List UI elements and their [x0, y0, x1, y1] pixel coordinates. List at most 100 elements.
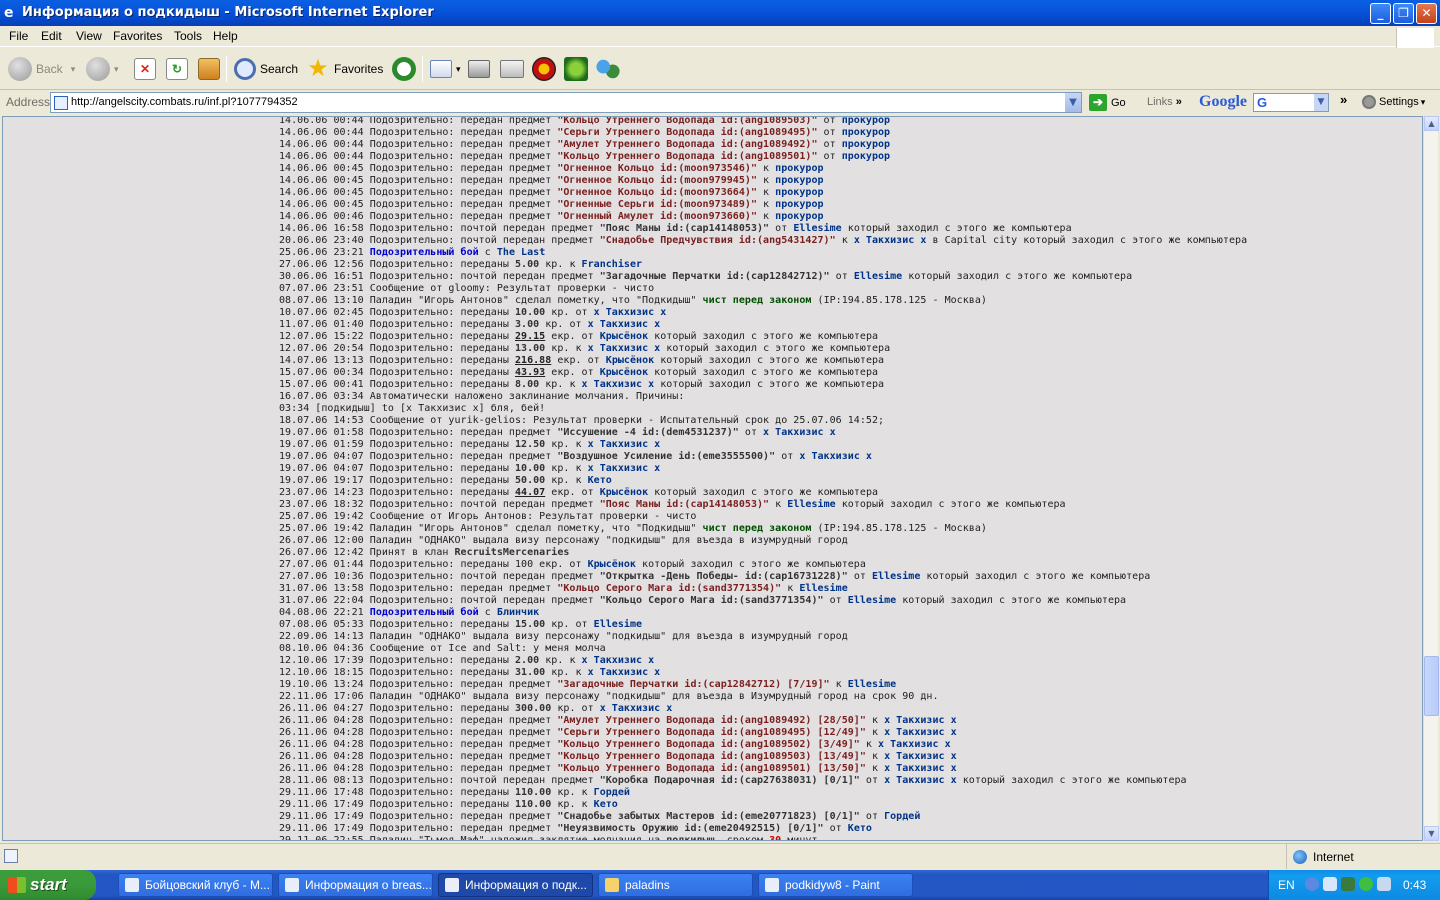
user-link[interactable]: прокурор: [775, 199, 823, 210]
user-link[interactable]: Ellesime: [793, 223, 841, 234]
user-link[interactable]: x Такхизис x: [582, 379, 655, 390]
print-button[interactable]: [468, 54, 494, 84]
user-link[interactable]: Кето: [594, 799, 618, 810]
fight-link[interactable]: Подозрительный бой: [370, 247, 479, 258]
back-button[interactable]: Back ▾: [8, 54, 75, 84]
tray-arrow-icon[interactable]: [1305, 877, 1319, 891]
user-link[interactable]: x Такхизис x: [594, 307, 667, 318]
settings-button[interactable]: Settings ▾: [1362, 95, 1425, 109]
addon-button-2[interactable]: [564, 54, 592, 84]
menu-tools[interactable]: Tools: [174, 29, 202, 43]
user-link[interactable]: Ellesime: [787, 499, 835, 510]
tray-star-icon[interactable]: [1377, 877, 1391, 891]
network-icon[interactable]: [1341, 877, 1355, 891]
user-link[interactable]: x Такхизис x: [854, 235, 927, 246]
user-link[interactable]: x Такхизис x: [763, 427, 836, 438]
user-link[interactable]: Крысёнок: [600, 487, 648, 498]
user-link[interactable]: Кето: [848, 823, 872, 834]
menu-view[interactable]: View: [76, 29, 102, 43]
user-link[interactable]: Гордей: [884, 811, 920, 822]
ekr-amount-link[interactable]: 43.93: [515, 367, 545, 378]
user-link[interactable]: x Такхизис x: [588, 667, 661, 678]
task-button[interactable]: Информация о breas...: [278, 873, 433, 897]
menu-favorites[interactable]: Favorites: [113, 29, 162, 43]
user-link[interactable]: прокурор: [842, 139, 890, 150]
user-link[interactable]: Ellesime: [872, 571, 920, 582]
fight-link[interactable]: Подозрительный бой: [370, 607, 479, 618]
scroll-up-icon[interactable]: ▲: [1424, 116, 1439, 131]
google-dropdown-icon[interactable]: ▼: [1314, 94, 1328, 111]
ekr-amount-link[interactable]: 216.88: [515, 355, 551, 366]
user-link[interactable]: Ellesime: [594, 619, 642, 630]
user-link[interactable]: Крысёнок: [588, 559, 636, 570]
user-link[interactable]: x Такхизис x: [588, 343, 661, 354]
minimize-button[interactable]: _: [1370, 3, 1391, 24]
address-dropdown-icon[interactable]: ▼: [1064, 93, 1081, 112]
addon-button-1[interactable]: [532, 54, 560, 84]
user-link[interactable]: прокурор: [775, 163, 823, 174]
user-link[interactable]: Крысёнок: [600, 367, 648, 378]
user-link[interactable]: прокурор: [842, 127, 890, 138]
favorites-button[interactable]: ★ Favorites: [306, 54, 383, 84]
ekr-amount-link[interactable]: 44.07: [515, 487, 545, 498]
user-link[interactable]: x Такхизис x: [884, 775, 957, 786]
go-button[interactable]: ➔ Go: [1089, 94, 1126, 111]
user-link[interactable]: x Такхизис x: [884, 727, 957, 738]
refresh-button[interactable]: ↻: [166, 54, 192, 84]
user-link[interactable]: Ellesime: [854, 271, 902, 282]
toolbar-overflow-icon[interactable]: »: [1340, 92, 1347, 107]
search-button[interactable]: Search: [234, 54, 298, 84]
user-link[interactable]: The Last: [497, 247, 545, 258]
user-link[interactable]: Гордей: [594, 787, 630, 798]
user-link[interactable]: прокурор: [842, 117, 890, 126]
task-button[interactable]: Бойцовский клуб - M...: [118, 873, 273, 897]
user-link[interactable]: x Такхизис x: [582, 655, 655, 666]
user-link[interactable]: Ellesime: [848, 595, 896, 606]
vertical-scrollbar[interactable]: ▲ ▼: [1423, 116, 1439, 841]
user-link[interactable]: Ellesime: [799, 583, 847, 594]
user-link[interactable]: Крысёнок: [600, 331, 648, 342]
scroll-down-icon[interactable]: ▼: [1424, 826, 1439, 841]
history-button[interactable]: [392, 54, 420, 84]
links-button[interactable]: Links »: [1147, 96, 1182, 108]
menu-edit[interactable]: Edit: [41, 29, 62, 43]
user-link[interactable]: x Такхизис x: [588, 319, 661, 330]
edit-button[interactable]: [500, 54, 528, 84]
forward-button[interactable]: ▾: [86, 54, 119, 84]
maximize-button[interactable]: ❐: [1393, 3, 1414, 24]
user-link[interactable]: прокурор: [775, 187, 823, 198]
user-link[interactable]: прокурор: [775, 211, 823, 222]
messenger-button[interactable]: [596, 54, 624, 84]
user-link[interactable]: x Такхизис x: [884, 751, 957, 762]
user-link[interactable]: Franchiser: [582, 259, 643, 270]
language-indicator[interactable]: EN: [1278, 878, 1295, 892]
address-url[interactable]: http://angelscity.combats.ru/inf.pl?1077…: [71, 96, 298, 108]
menu-help[interactable]: Help: [213, 29, 238, 43]
user-link[interactable]: Ellesime: [848, 679, 896, 690]
volume-icon[interactable]: [1323, 877, 1337, 891]
task-button[interactable]: paladins: [598, 873, 753, 897]
user-link[interactable]: x Такхизис x: [884, 715, 957, 726]
ekr-amount-link[interactable]: 29.15: [515, 331, 545, 342]
close-button[interactable]: ✕: [1416, 3, 1437, 24]
mail-button[interactable]: ▾: [430, 54, 461, 84]
title-bar[interactable]: e Информация о подкидыш - Microsoft Inte…: [0, 0, 1440, 26]
user-link[interactable]: Крысёнок: [606, 355, 654, 366]
user-link[interactable]: x Такхизис x: [600, 703, 673, 714]
messenger-tray-icon[interactable]: [1359, 877, 1373, 891]
user-link[interactable]: x Такхизис x: [799, 451, 872, 462]
google-search-box[interactable]: G ▼: [1253, 93, 1329, 112]
user-link[interactable]: Кето: [588, 475, 612, 486]
task-button-active[interactable]: Информация о подк...: [438, 873, 593, 897]
user-link[interactable]: x Такхизис x: [588, 463, 661, 474]
user-link[interactable]: прокурор: [775, 175, 823, 186]
start-button[interactable]: start: [0, 870, 96, 900]
user-link[interactable]: x Такхизис x: [884, 763, 957, 774]
stop-button[interactable]: ✕: [134, 54, 160, 84]
user-link[interactable]: x Такхизис x: [878, 739, 951, 750]
task-button[interactable]: podkidyw8 - Paint: [758, 873, 913, 897]
user-link[interactable]: Блинчик: [497, 607, 539, 618]
address-input[interactable]: http://angelscity.combats.ru/inf.pl?1077…: [50, 92, 1082, 113]
scroll-thumb[interactable]: [1424, 656, 1439, 716]
user-link[interactable]: прокурор: [842, 151, 890, 162]
